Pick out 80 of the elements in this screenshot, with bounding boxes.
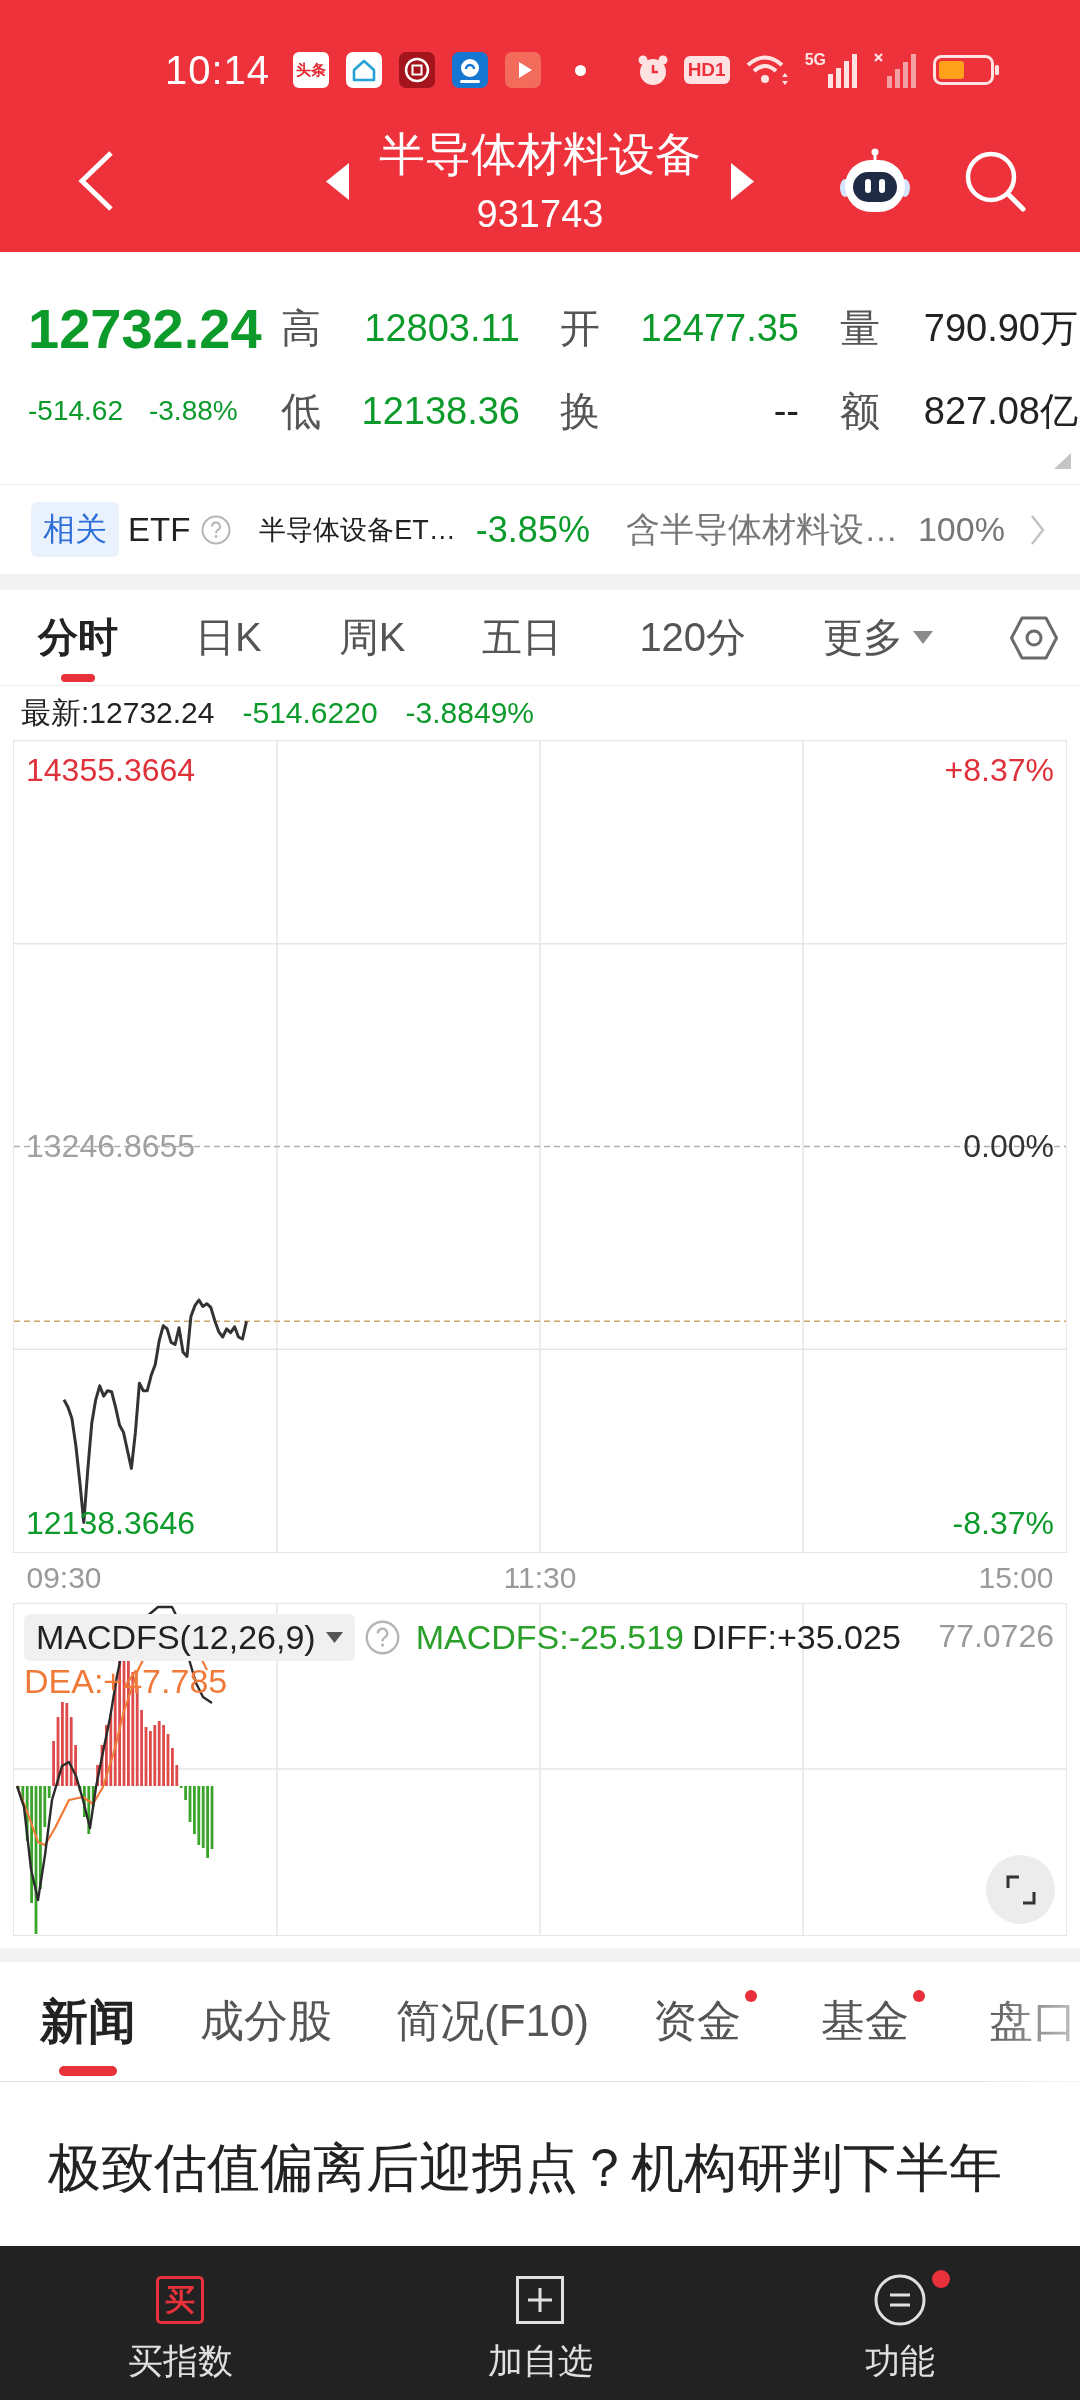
news-tab[interactable]: 成分股 bbox=[200, 1962, 332, 2081]
indicator-dropdown[interactable]: MACDFS(12,26,9) bbox=[24, 1614, 355, 1661]
last-price: 12732.24 bbox=[28, 295, 262, 361]
chart-tab[interactable]: 日K bbox=[195, 590, 262, 685]
news-tab[interactable]: 基金 bbox=[821, 1962, 926, 2081]
holding-label: 含半导体材料设… bbox=[625, 508, 898, 550]
axis-time-label: 09:30 bbox=[26, 1560, 102, 1596]
hd-indicator: HD1 bbox=[683, 56, 730, 84]
news-tab[interactable]: 资金 bbox=[653, 1962, 758, 2081]
latest-change-percent: -3.8849% bbox=[405, 696, 535, 730]
chart-tab[interactable]: 周K bbox=[338, 590, 406, 685]
quote-field-label: 低 bbox=[281, 387, 321, 435]
robot-icon[interactable] bbox=[839, 148, 911, 214]
house-app-icon bbox=[346, 52, 383, 88]
quote-field-label: 高 bbox=[281, 304, 321, 352]
settings-icon[interactable] bbox=[1010, 615, 1059, 660]
play-app-icon bbox=[505, 52, 542, 88]
macdfs-value: MACDFS:-25.519 bbox=[415, 1618, 684, 1657]
etf-change: -3.85% bbox=[475, 508, 590, 551]
chart-tab[interactable]: 分时 bbox=[38, 590, 118, 685]
quote-field-value: 12138.36 bbox=[361, 389, 520, 433]
caret-icon bbox=[325, 1632, 343, 1643]
price-change-percent: -3.88% bbox=[148, 395, 238, 427]
battery-icon bbox=[933, 55, 1000, 85]
news-tab[interactable]: 盘口 bbox=[989, 1962, 1078, 2081]
axis-price-label: 13246.8655 bbox=[26, 1128, 196, 1165]
quote-field-value: 12477.35 bbox=[640, 306, 799, 350]
quote-field-value: 12803.11 bbox=[364, 306, 520, 350]
news-headline[interactable]: 极致估值偏离后迎拐点？机构研判下半年 bbox=[48, 2130, 1002, 2205]
quote-field-value: 827.08亿 bbox=[923, 388, 1078, 434]
bottom-nav-button[interactable]: 功能 bbox=[720, 2246, 1080, 2400]
buy-icon: 买 bbox=[156, 2276, 204, 2324]
swirl-app-icon bbox=[452, 52, 489, 88]
expand-icon bbox=[1005, 1874, 1036, 1905]
bottom-nav-button[interactable]: 买 买指数 bbox=[0, 2246, 360, 2400]
quote-field-label: 量 bbox=[840, 304, 880, 352]
alarm-clock-icon bbox=[636, 54, 669, 86]
price-change: -514.62 bbox=[28, 395, 123, 427]
etf-label: ETF bbox=[128, 510, 191, 549]
axis-time-label: 11:30 bbox=[503, 1560, 577, 1596]
related-tag: 相关 bbox=[31, 502, 119, 557]
plus-square-icon bbox=[516, 2276, 564, 2324]
holding-percent: 100% bbox=[917, 510, 1005, 549]
chart-tab[interactable]: 更多 bbox=[823, 590, 934, 685]
quote-field-label: 换 bbox=[560, 387, 600, 435]
axis-time-label: 15:00 bbox=[978, 1560, 1054, 1596]
etf-fund-name[interactable]: 半导体设备ET… bbox=[259, 511, 456, 548]
news-tab[interactable]: 新闻 bbox=[40, 1962, 136, 2081]
coin-app-icon bbox=[399, 52, 436, 88]
index-code: 931743 bbox=[476, 192, 604, 236]
menu-icon bbox=[874, 2274, 926, 2326]
axis-max-label: 77.0726 bbox=[938, 1618, 1054, 1655]
axis-percent-label: 0.00% bbox=[963, 1128, 1054, 1165]
news-app-icon: 头条 bbox=[293, 52, 330, 88]
quote-field-label: 开 bbox=[560, 304, 600, 352]
diff-value: DIFF:+35.025 bbox=[691, 1618, 901, 1657]
quote-field-value: 790.90万 bbox=[923, 305, 1078, 351]
quote-field-label: 额 bbox=[840, 387, 880, 435]
quote-field-value: -- bbox=[773, 389, 799, 433]
chart-tab[interactable]: 120分 bbox=[639, 590, 747, 685]
page-title: 半导体材料设备 bbox=[379, 127, 701, 182]
signal-icon bbox=[828, 52, 858, 88]
search-icon[interactable] bbox=[964, 150, 1026, 212]
axis-percent-label: -8.37% bbox=[952, 1505, 1054, 1541]
triangle-right-icon[interactable] bbox=[731, 162, 754, 200]
notification-dot-icon bbox=[575, 64, 587, 76]
chart-tab[interactable]: 五日 bbox=[482, 590, 563, 685]
axis-price-label: 14355.3664 bbox=[26, 752, 196, 788]
triangle-left-icon[interactable] bbox=[326, 162, 349, 200]
bottom-nav-button[interactable]: 加自选 bbox=[360, 2246, 720, 2400]
network-type-label: 5G bbox=[804, 52, 826, 68]
axis-price-label: 12138.3646 bbox=[26, 1505, 196, 1541]
news-tab[interactable]: 简况(F10) bbox=[396, 1962, 590, 2081]
latest-price: 最新:12732.24 bbox=[21, 694, 215, 731]
wifi-icon bbox=[744, 53, 790, 87]
latest-change: -514.6220 bbox=[242, 696, 378, 730]
caret-icon bbox=[913, 631, 934, 644]
status-time: 10:14 bbox=[165, 47, 271, 93]
axis-percent-label: +8.37% bbox=[944, 752, 1054, 788]
no-signal-icon bbox=[873, 52, 918, 88]
